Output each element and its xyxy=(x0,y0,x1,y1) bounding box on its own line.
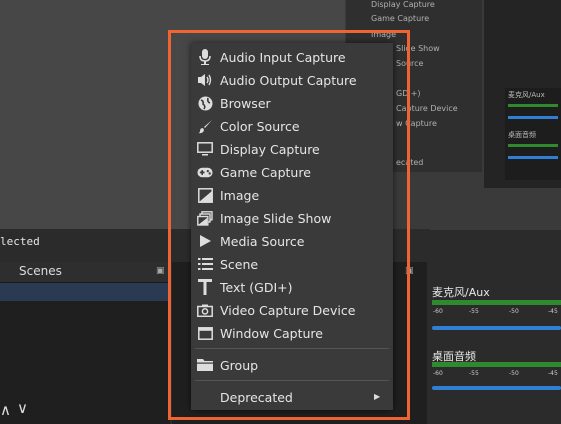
menu-item-label: Group xyxy=(220,357,259,373)
menu-item-label: Color Source xyxy=(220,118,300,134)
volume-meter xyxy=(432,300,561,305)
menu-item-audio-input-capture[interactable]: Audio Input Capture xyxy=(191,46,393,68)
globe-icon xyxy=(197,95,213,111)
add-source-context-menu: Audio Input Capture Audio Output Capture… xyxy=(191,43,393,410)
menu-item-label: Scene xyxy=(220,256,259,272)
menu-item-label: Media Source xyxy=(220,233,305,249)
ghost-item: Display Capture xyxy=(371,0,435,9)
speaker-icon xyxy=(197,72,213,88)
menu-item-window-capture[interactable]: Window Capture xyxy=(191,322,393,344)
slideshow-icon xyxy=(197,210,213,226)
menu-item-label: Deprecated xyxy=(220,389,293,405)
ghost-meter-1 xyxy=(508,104,558,107)
move-up-icon[interactable]: ∧ xyxy=(0,401,11,419)
mixer-scale-tick: -50 xyxy=(509,370,519,377)
ghost-mixer-channel-2: 桌面音频 xyxy=(508,131,536,139)
submenu-arrow-icon: ▶ xyxy=(374,392,381,401)
menu-separator xyxy=(195,380,389,381)
volume-slider[interactable] xyxy=(432,326,561,330)
menu-item-label: Audio Output Capture xyxy=(220,72,357,88)
mixer-scale-tick: -60 xyxy=(433,370,443,377)
menu-item-game-capture[interactable]: Game Capture xyxy=(191,161,393,183)
microphone-icon xyxy=(197,49,213,65)
menu-item-label: Game Capture xyxy=(220,164,311,180)
menu-item-media-source[interactable]: Media Source xyxy=(191,230,393,252)
menu-item-text-gdi[interactable]: Text (GDI+) xyxy=(191,276,393,298)
menu-item-label: Audio Input Capture xyxy=(220,49,346,65)
menu-item-label: Text (GDI+) xyxy=(220,279,293,295)
move-down-icon[interactable]: ∨ xyxy=(17,399,28,417)
image-icon xyxy=(197,187,213,203)
blank-icon xyxy=(197,389,213,405)
menu-item-scene[interactable]: Scene xyxy=(191,253,393,275)
mixer-scale-tick: -55 xyxy=(469,370,479,377)
menu-item-label: Image Slide Show xyxy=(220,210,332,226)
menu-item-image[interactable]: Image xyxy=(191,184,393,206)
menu-separator xyxy=(195,348,389,349)
menu-item-browser[interactable]: Browser xyxy=(191,92,393,114)
menu-item-label: Video Capture Device xyxy=(220,302,356,318)
menu-item-audio-output-capture[interactable]: Audio Output Capture xyxy=(191,69,393,91)
menu-item-label: Display Capture xyxy=(220,141,320,157)
camera-icon xyxy=(197,302,213,318)
ghost-volume-2 xyxy=(508,156,558,159)
menu-item-video-capture-device[interactable]: Video Capture Device xyxy=(191,299,393,321)
ghost-item: Game Capture xyxy=(371,14,430,23)
audio-mixer-dock: 麦克风/Aux -60 -55 -50 -45 桌面音频 -60 -55 -50… xyxy=(428,262,561,424)
brush-icon xyxy=(197,118,213,134)
ghost-meter-2 xyxy=(508,144,558,147)
text-icon xyxy=(197,279,213,295)
mixer-scale-tick: -45 xyxy=(548,370,558,377)
menu-item-group[interactable]: Group xyxy=(191,354,393,376)
menu-item-image-slide-show[interactable]: Image Slide Show xyxy=(191,207,393,229)
mixer-scale-tick: -55 xyxy=(469,308,479,315)
scene-list-item[interactable] xyxy=(0,283,170,301)
gamepad-icon xyxy=(197,164,213,180)
menu-item-label: Browser xyxy=(220,95,271,111)
no-source-label: lected xyxy=(0,235,40,248)
menu-item-deprecated[interactable]: Deprecated xyxy=(191,386,393,408)
ghost-volume-1 xyxy=(508,116,558,119)
float-dock-icon[interactable]: ▣ xyxy=(156,266,165,276)
mixer-scale-tick: -45 xyxy=(548,308,558,315)
menu-item-label: Window Capture xyxy=(220,325,323,341)
scenes-title: Scenes xyxy=(19,264,62,278)
play-icon xyxy=(197,233,213,249)
volume-meter xyxy=(432,362,561,367)
menu-item-display-capture[interactable]: Display Capture xyxy=(191,138,393,160)
menu-item-label: Image xyxy=(220,187,260,203)
window-icon xyxy=(197,325,213,341)
mixer-scale-tick: -60 xyxy=(433,308,443,315)
background-mixer: 麦克风/Aux 桌面音频 xyxy=(505,88,561,180)
folder-icon xyxy=(197,357,213,373)
menu-item-color-source[interactable]: Color Source xyxy=(191,115,393,137)
monitor-icon xyxy=(197,141,213,157)
mixer-scale-tick: -50 xyxy=(509,308,519,315)
volume-slider[interactable] xyxy=(432,386,561,390)
ghost-mixer-channel-1: 麦克风/Aux xyxy=(508,91,545,99)
mixer-channel-name: 麦克风/Aux xyxy=(432,286,490,299)
list-icon xyxy=(197,256,213,272)
